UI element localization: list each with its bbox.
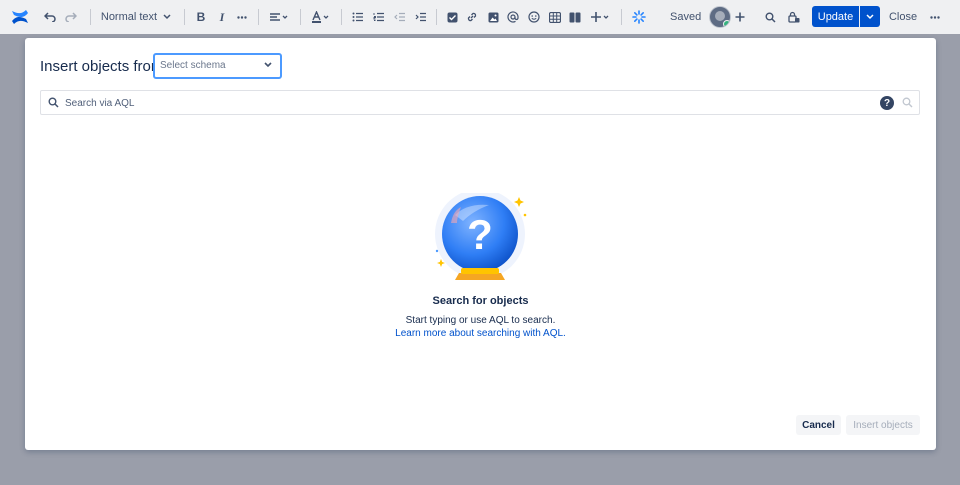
close-button[interactable]: Close — [886, 6, 920, 27]
find-icon[interactable] — [762, 6, 778, 28]
saved-status: Saved — [670, 11, 702, 23]
indent-icon[interactable] — [413, 6, 429, 28]
cancel-button[interactable]: Cancel — [796, 415, 841, 435]
numbered-list-icon[interactable] — [371, 6, 387, 28]
text-color-icon[interactable] — [309, 6, 333, 28]
toolbar-divider — [436, 9, 437, 25]
confluence-logo-icon[interactable] — [10, 6, 30, 28]
chevron-down-icon — [866, 13, 874, 19]
outdent-icon[interactable] — [392, 6, 408, 28]
restrictions-icon[interactable] — [786, 6, 802, 28]
insert-element-icon[interactable] — [589, 6, 613, 28]
presence-indicator — [723, 20, 730, 27]
layout-icon[interactable] — [567, 6, 583, 28]
avatar-face — [715, 11, 725, 21]
mention-icon[interactable] — [505, 6, 521, 28]
image-icon[interactable] — [485, 6, 501, 28]
toolbar-divider — [341, 9, 342, 25]
italic-icon[interactable]: I — [214, 6, 230, 28]
dialog-title: Insert objects from — [40, 58, 164, 75]
crystal-ball-illustration: ? — [435, 193, 527, 280]
search-icon — [48, 97, 59, 108]
task-checkbox-icon[interactable] — [444, 6, 460, 28]
update-button[interactable]: Update — [812, 6, 859, 27]
bold-icon[interactable]: B — [193, 6, 209, 28]
editor-toolbar: Normal text B I Saved Update Close — [0, 0, 960, 34]
svg-text:?: ? — [467, 211, 493, 258]
table-icon[interactable] — [547, 6, 563, 28]
invite-plus-icon[interactable] — [732, 6, 748, 28]
more-actions-icon[interactable] — [927, 6, 943, 28]
more-formatting-icon[interactable] — [234, 6, 250, 28]
toolbar-divider — [258, 9, 259, 25]
link-icon[interactable] — [464, 6, 480, 28]
emoji-icon[interactable] — [526, 6, 542, 28]
aql-help-link-text[interactable]: Learn more about searching with AQL. — [395, 328, 566, 339]
aql-search-input[interactable]: Search via AQL ? — [40, 90, 920, 115]
empty-state-title: Search for objects — [432, 295, 529, 307]
text-style-dropdown[interactable]: Normal text — [100, 6, 172, 28]
toolbar-divider — [621, 9, 622, 25]
insert-objects-dialog: Insert objects from Select schema Search… — [25, 38, 936, 450]
redo-icon[interactable] — [63, 6, 79, 28]
text-style-label: Normal text — [100, 11, 158, 23]
align-icon[interactable] — [266, 6, 292, 28]
search-submit-icon[interactable] — [902, 97, 913, 108]
chevron-down-icon — [163, 14, 171, 20]
empty-state-description: Start typing or use AQL to search. — [405, 315, 556, 326]
update-options-button[interactable] — [860, 6, 880, 27]
undo-icon[interactable] — [42, 6, 58, 28]
aql-help-link: Learn more about searching with AQL. — [25, 328, 936, 339]
help-icon[interactable]: ? — [880, 96, 894, 110]
chevron-down-icon — [264, 62, 272, 68]
search-placeholder: Search via AQL — [65, 98, 135, 109]
toolbar-divider — [184, 9, 185, 25]
toolbar-divider — [300, 9, 301, 25]
toolbar-divider — [90, 9, 91, 25]
insert-objects-button[interactable]: Insert objects — [846, 415, 920, 435]
avatar[interactable] — [709, 6, 731, 28]
loading-icon — [630, 6, 648, 28]
bullet-list-icon[interactable] — [350, 6, 366, 28]
schema-placeholder: Select schema — [160, 60, 226, 71]
schema-select[interactable]: Select schema — [153, 53, 282, 79]
